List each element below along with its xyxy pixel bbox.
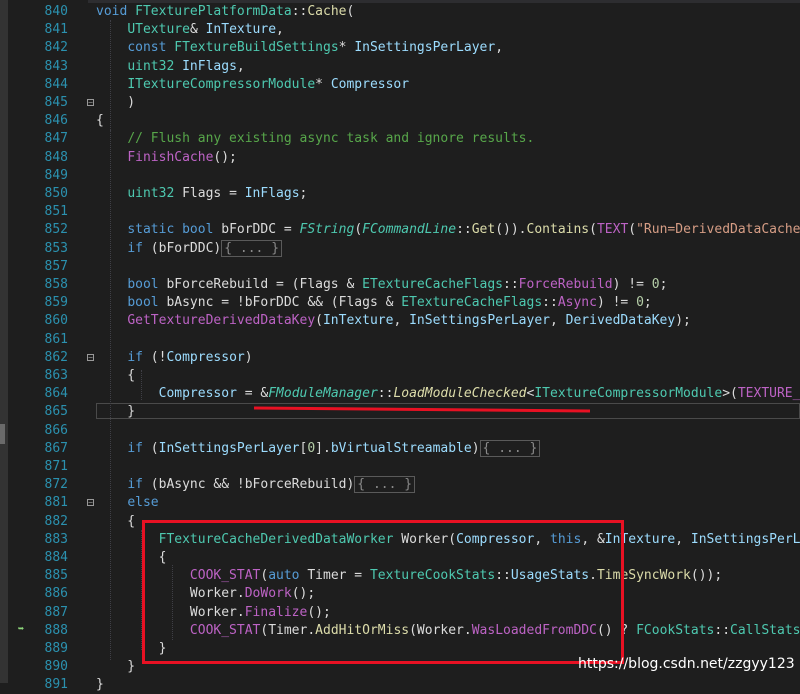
line-number: 861 — [44, 331, 68, 347]
line-number: 862 — [44, 349, 68, 365]
line-number: 857 — [44, 258, 68, 274]
code-line[interactable]: 847 // Flush any existing async task and… — [0, 130, 800, 148]
line-number: 845 — [44, 95, 68, 110]
indent-guide — [141, 370, 142, 400]
line-number: 852 — [44, 222, 68, 238]
line-number: 885 — [44, 568, 68, 584]
code-text: ITextureCompressorModule* Compressor — [127, 76, 410, 92]
code-text: FinishCache(); — [127, 149, 237, 165]
code-text: void FTexturePlatformData::Cache( — [96, 4, 355, 19]
code-text: if (!Compressor) — [127, 349, 253, 365]
line-number: 889 — [44, 641, 68, 656]
code-text: // Flush any existing async task and ign… — [127, 131, 535, 147]
fold-toggle-icon[interactable]: − — [87, 499, 94, 507]
line-number: 842 — [44, 40, 68, 56]
line-number: 859 — [44, 295, 68, 311]
line-number: 848 — [44, 149, 68, 165]
line-number: 850 — [44, 186, 68, 201]
code-line[interactable]: 862 − if (!Compressor) — [0, 349, 800, 367]
code-line[interactable]: 864 Compressor = &FModuleManager::LoadMo… — [0, 385, 800, 403]
line-number: 881 — [44, 495, 68, 511]
line-number: 883 — [44, 531, 68, 547]
fold-toggle-icon[interactable]: − — [87, 353, 94, 361]
code-text: { — [96, 368, 136, 383]
line-number: 866 — [44, 422, 68, 438]
line-number: 851 — [44, 204, 68, 220]
code-text: bool bAsync = !bForDDC && (Flags & EText… — [127, 295, 652, 311]
code-line[interactable]: 845 − ) — [0, 94, 800, 112]
code-line[interactable]: 859 bool bAsync = !bForDDC && (Flags & E… — [0, 294, 800, 312]
code-line[interactable]: 853 if (bForDDC){ ... } — [0, 239, 800, 258]
code-text: Compressor = &FModuleManager::LoadModule… — [158, 386, 800, 402]
line-number: 867 — [44, 440, 68, 456]
line-number: 888 — [44, 622, 68, 638]
indent-guide — [141, 530, 142, 650]
code-line[interactable]: 843 uint32 InFlags, — [0, 58, 800, 76]
code-line[interactable]: 860 GetTextureDerivedDataKey(InTexture, … — [0, 312, 800, 330]
line-number: 887 — [44, 604, 68, 620]
line-number: 849 — [44, 167, 68, 183]
code-text: uint32 Flags = InFlags; — [127, 186, 308, 201]
code-line[interactable]: 846 { — [0, 112, 800, 130]
code-line[interactable]: 849 — [0, 167, 800, 185]
code-text: GetTextureDerivedDataKey(InTexture, InSe… — [127, 313, 691, 329]
code-line[interactable]: 852 static bool bForDDC = FString(FComma… — [0, 221, 800, 239]
line-number: 846 — [44, 113, 68, 129]
line-number: 884 — [44, 550, 68, 565]
code-text: if (bAsync && !bForceRebuild){ ... } — [96, 476, 416, 494]
code-line[interactable]: 844 ITextureCompressorModule* Compressor — [0, 76, 800, 94]
line-number: 844 — [44, 76, 68, 92]
code-line[interactable]: 850 uint32 Flags = InFlags; — [0, 185, 800, 203]
code-line[interactable]: 848 FinishCache(); — [0, 149, 800, 167]
code-text: uint32 InFlags, — [127, 58, 245, 74]
line-number: 860 — [44, 313, 68, 329]
code-text: if (bForDDC){ ... } — [96, 239, 283, 258]
line-number: 872 — [44, 477, 68, 493]
code-line[interactable]: 872 if (bAsync && !bForceRebuild){ ... } — [0, 476, 800, 494]
line-number: 843 — [44, 58, 68, 74]
code-text: { — [96, 113, 104, 129]
code-line[interactable]: 871 — [0, 458, 800, 476]
code-line[interactable]: 841 UTexture& InTexture, — [0, 21, 800, 39]
code-line[interactable]: 840 void FTexturePlatformData::Cache( — [0, 3, 800, 21]
line-number: 858 — [44, 277, 68, 292]
line-number: 847 — [44, 131, 68, 147]
line-number: 840 — [44, 4, 68, 19]
code-text: { — [96, 513, 136, 529]
indent-guide — [110, 130, 111, 660]
line-number: 886 — [44, 586, 68, 602]
line-number: 841 — [44, 22, 68, 38]
fold-toggle-icon[interactable]: − — [87, 99, 94, 107]
line-number: 864 — [44, 386, 68, 402]
code-text: bool bForceRebuild = (Flags & ETextureCa… — [127, 277, 668, 292]
line-number: 865 — [44, 404, 68, 420]
code-line[interactable]: 867 if (InSettingsPerLayer[0].bVirtualSt… — [0, 439, 800, 458]
line-number: 882 — [44, 513, 68, 529]
code-line[interactable]: 857 — [0, 258, 800, 276]
line-number: 871 — [44, 459, 68, 474]
code-text: static bool bForDDC = FString(FCommandLi… — [127, 222, 800, 238]
watermark: https://blog.csdn.net/zzgyy123 — [578, 656, 795, 672]
code-text: ) — [96, 95, 136, 110]
line-number: 890 — [44, 659, 68, 675]
code-text: const FTextureBuildSettings* InSettingsP… — [127, 40, 504, 56]
line-number: 863 — [44, 368, 68, 383]
code-line[interactable]: 881 − else — [0, 494, 800, 512]
code-text: } — [96, 659, 136, 675]
annotation-box — [142, 520, 624, 664]
code-line[interactable]: 861 — [0, 331, 800, 349]
code-text: if (InSettingsPerLayer[0].bVirtualStream… — [96, 439, 541, 458]
code-text: else — [127, 495, 159, 511]
indent-guide — [172, 565, 173, 640]
line-number: 853 — [44, 240, 68, 256]
code-line[interactable]: 851 — [0, 203, 800, 221]
line-number: 891 — [44, 677, 68, 693]
code-text: UTexture& InTexture, — [127, 22, 284, 38]
code-text: } — [96, 677, 104, 693]
code-line[interactable]: 858 bool bForceRebuild = (Flags & ETextu… — [0, 276, 800, 294]
code-line[interactable]: 866 — [0, 422, 800, 440]
code-line[interactable]: 891} — [0, 676, 800, 694]
code-line[interactable]: 842 const FTextureBuildSettings* InSetti… — [0, 39, 800, 57]
code-line[interactable]: 863 { — [0, 367, 800, 385]
